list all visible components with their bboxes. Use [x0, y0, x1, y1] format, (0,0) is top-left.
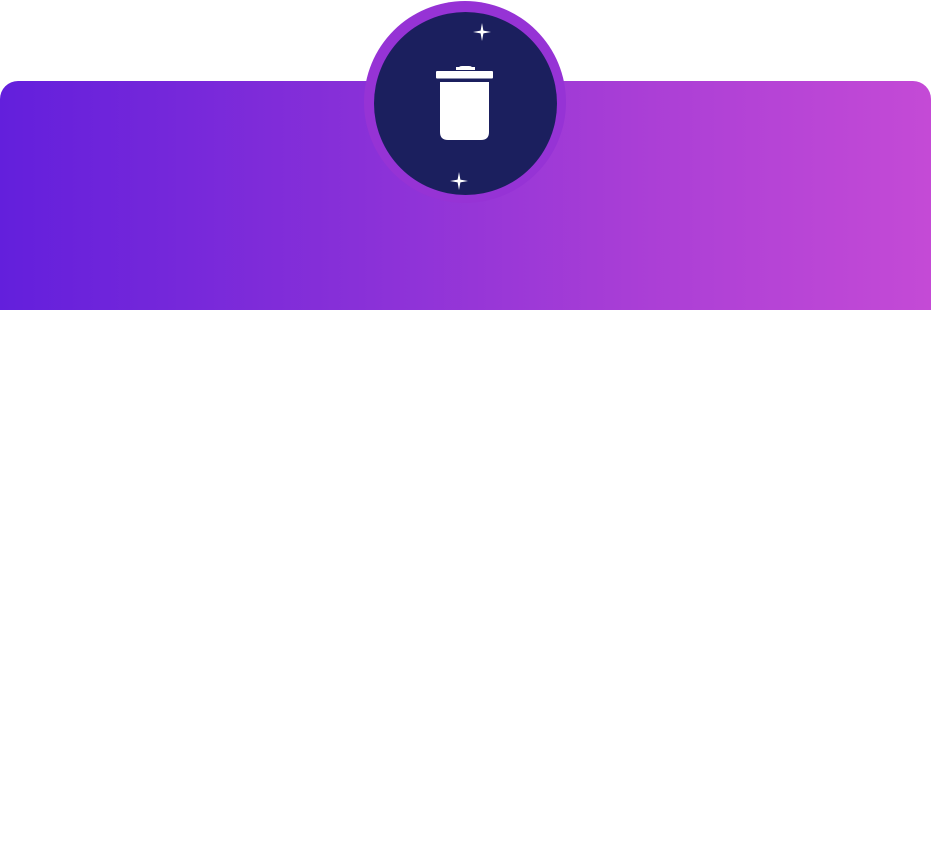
- trash-icon: [436, 66, 493, 140]
- delete-badge: [374, 12, 557, 195]
- sparkle-icon: [473, 23, 491, 41]
- page: [0, 0, 931, 848]
- badge-graphic: [436, 23, 493, 190]
- sparkle-icon: [450, 172, 468, 190]
